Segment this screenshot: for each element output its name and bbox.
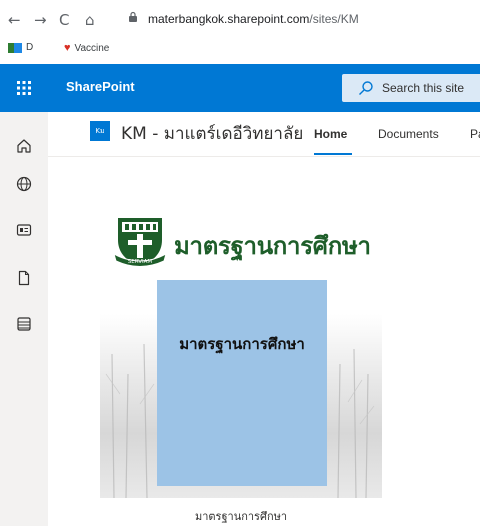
bookmark-label: Vaccine bbox=[74, 42, 110, 54]
url-host: materbangkok.sharepoint.com bbox=[148, 12, 310, 26]
site-header: Kม KM - มาแตร์เดอีวิทยาลัย Home Document… bbox=[48, 112, 480, 157]
reload-icon[interactable]: C bbox=[59, 12, 69, 28]
search-icon bbox=[359, 81, 373, 95]
bookmark-label: D bbox=[26, 42, 34, 53]
site-title[interactable]: KM - มาแตร์เดอีวิทยาลัย bbox=[121, 120, 303, 147]
news-icon[interactable] bbox=[14, 220, 34, 240]
bookmark-favicon-icon bbox=[8, 42, 22, 53]
crest-motto: SERVIAM bbox=[128, 259, 153, 265]
home-icon[interactable] bbox=[14, 136, 34, 156]
nav-pages[interactable]: Pa bbox=[470, 127, 480, 141]
sharepoint-title[interactable]: SharePoint bbox=[66, 79, 135, 94]
nav-documents[interactable]: Documents bbox=[378, 127, 439, 141]
browser-chrome: ← → C ⌂ materbangkok.sharepoint.com/site… bbox=[0, 0, 480, 64]
nav-active-indicator bbox=[314, 153, 352, 155]
app-launcher-icon[interactable] bbox=[0, 64, 48, 112]
bookmark-vaccine[interactable]: ♥ Vaccine bbox=[64, 42, 109, 54]
site-logo[interactable]: Kม bbox=[90, 121, 110, 141]
nav-home[interactable]: Home bbox=[314, 127, 347, 141]
back-icon[interactable]: ← bbox=[8, 12, 21, 28]
list-icon[interactable] bbox=[14, 314, 34, 334]
suite-bar: SharePoint Search this site bbox=[0, 64, 480, 112]
vaccine-favicon-icon: ♥ bbox=[64, 42, 71, 54]
image-card-title: มาตรฐานการศึกษา bbox=[179, 335, 305, 353]
lock-icon bbox=[129, 11, 137, 22]
image-card-caption[interactable]: มาตรฐานการศึกษา bbox=[100, 507, 382, 525]
bookmarks-bar: D ♥ Vaccine bbox=[0, 38, 480, 58]
search-input[interactable]: Search this site bbox=[342, 74, 480, 102]
school-crest-icon: SERVIAM bbox=[113, 218, 167, 267]
address-bar[interactable]: materbangkok.sharepoint.com/sites/KM bbox=[148, 12, 359, 26]
url-path: /sites/KM bbox=[309, 12, 359, 26]
search-placeholder: Search this site bbox=[382, 81, 465, 95]
left-app-bar bbox=[0, 112, 48, 526]
globe-icon[interactable] bbox=[14, 174, 34, 194]
document-icon[interactable] bbox=[14, 268, 34, 288]
image-card-tile[interactable] bbox=[157, 280, 327, 486]
forward-icon[interactable]: → bbox=[34, 12, 47, 28]
page-heading: มาตรฐานการศึกษา bbox=[174, 232, 371, 260]
bookmark-d[interactable]: D bbox=[8, 42, 33, 53]
home-page-icon[interactable]: ⌂ bbox=[85, 12, 95, 28]
